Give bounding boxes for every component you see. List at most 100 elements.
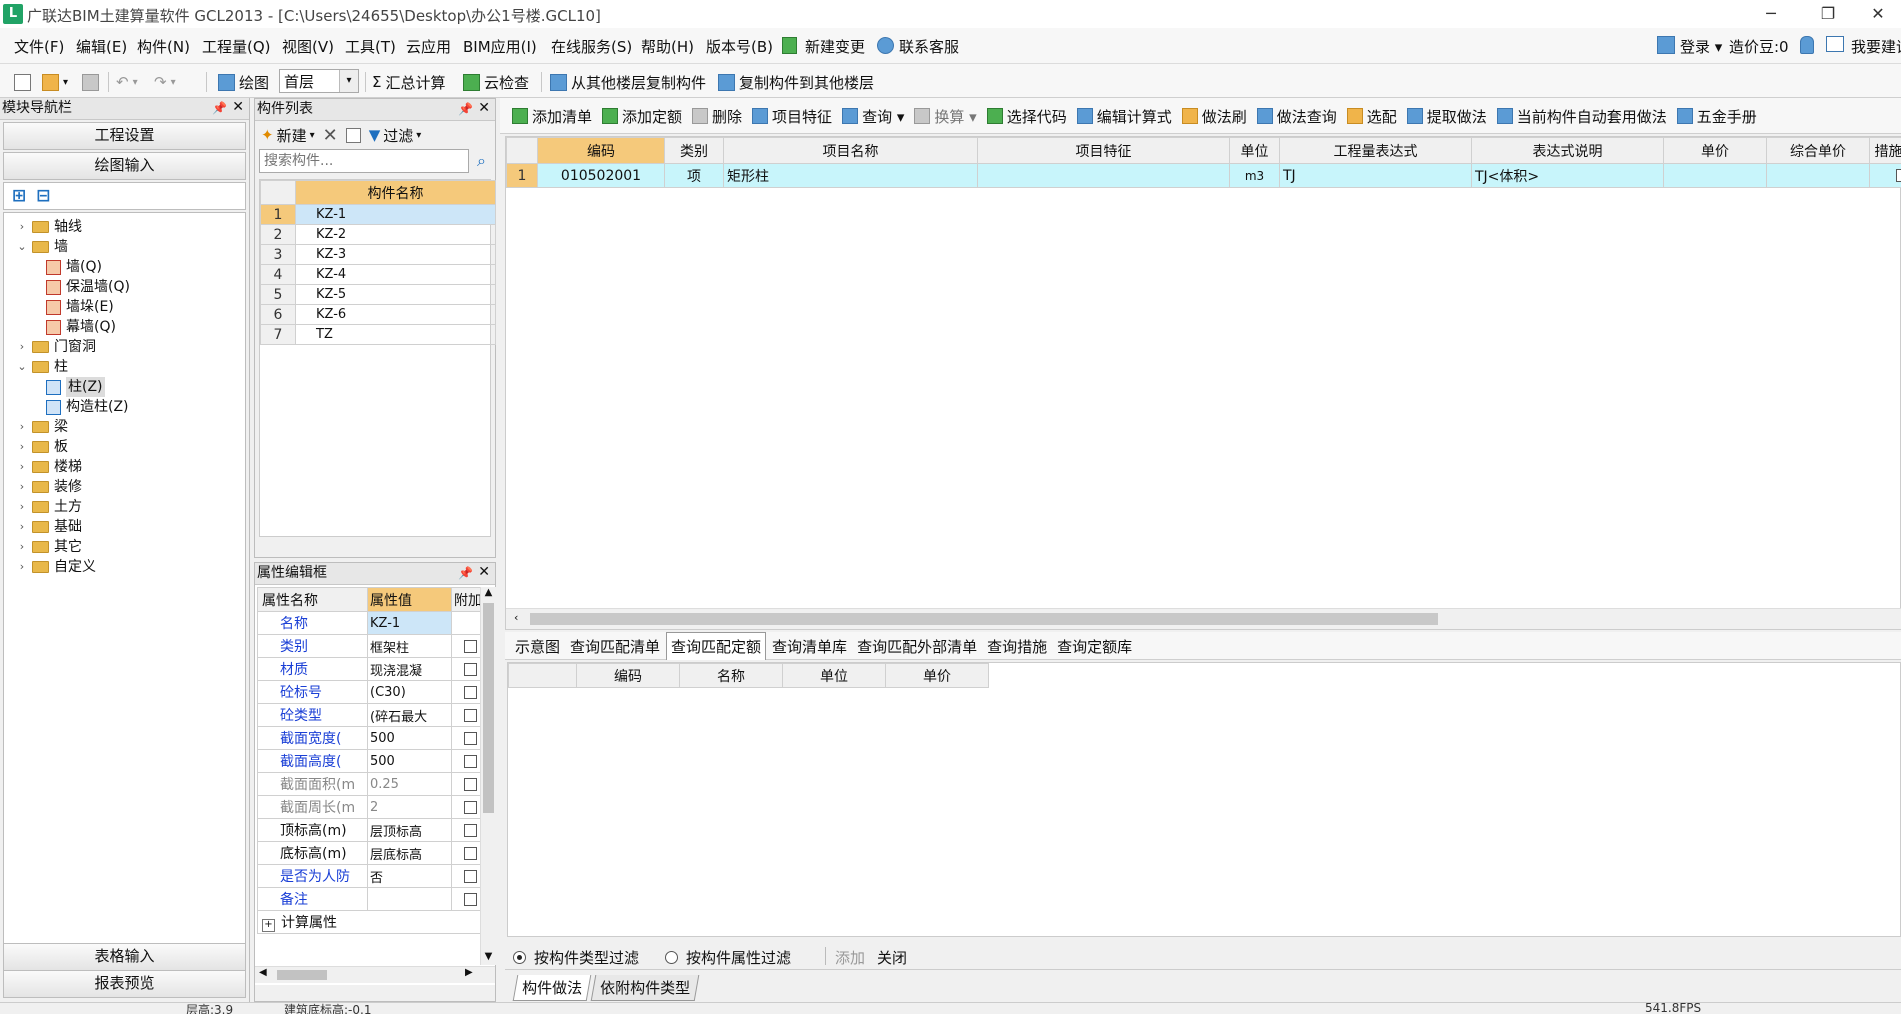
menu-version[interactable]: 版本号(B)	[706, 36, 773, 57]
extra-checkbox[interactable]	[464, 869, 477, 883]
tree-item[interactable]: 幕墙(Q)	[4, 317, 245, 337]
component-name[interactable]: KZ-1	[295, 204, 496, 225]
menu-edit[interactable]: 编辑(E)	[76, 36, 127, 57]
tree-item[interactable]: › 自定义	[4, 557, 245, 577]
menu-bim[interactable]: BIM应用(I)	[463, 36, 537, 57]
tree-item[interactable]: › 门窗洞	[4, 337, 245, 357]
project-settings-button[interactable]: 工程设置	[3, 122, 246, 150]
scroll-right-icon[interactable]: ▶	[465, 967, 473, 978]
menu-cloud[interactable]: 云应用	[406, 36, 451, 57]
add-quota-button[interactable]: 添加定额	[602, 106, 682, 127]
cell-unit[interactable]: m3	[1229, 163, 1280, 188]
tab-attached-type[interactable]: 依附构件类型	[590, 975, 700, 1001]
copy-from-floor-button[interactable]: 从其他楼层复制构件	[550, 71, 706, 93]
tree-item[interactable]: › 轴线	[4, 217, 245, 237]
tree-item[interactable]: › 基础	[4, 517, 245, 537]
component-name[interactable]: KZ-2	[295, 224, 496, 245]
component-name[interactable]: TZ	[295, 324, 496, 345]
property-row[interactable]: 备注	[257, 887, 490, 911]
search-icon[interactable]: ⌕	[477, 151, 486, 171]
extra-checkbox[interactable]	[464, 892, 477, 906]
tab-match-quota[interactable]: 查询匹配定额	[666, 632, 767, 660]
menu-component[interactable]: 构件(N)	[137, 36, 190, 57]
cell-item-feature[interactable]	[977, 163, 1230, 188]
table-row[interactable]: 2 KZ-2	[260, 224, 496, 245]
table-row[interactable]: 3 KZ-3	[260, 244, 496, 265]
property-value[interactable]: KZ-1	[367, 611, 452, 635]
tree-item[interactable]: › 其它	[4, 537, 245, 557]
property-hscroll[interactable]: ◀ ▶	[255, 966, 495, 983]
menu-tools[interactable]: 工具(T)	[345, 36, 396, 57]
sum-calc-button[interactable]: Σ 汇总计算	[372, 71, 446, 93]
extra-checkbox[interactable]	[464, 708, 477, 722]
table-row[interactable]: 7 TZ	[260, 324, 496, 345]
tab-match-list[interactable]: 查询匹配清单	[566, 633, 664, 660]
tree-item[interactable]: 构造柱(Z)	[4, 397, 245, 417]
property-row[interactable]: 砼标号 (C30)	[257, 680, 490, 704]
tab-list-library[interactable]: 查询清单库	[768, 633, 851, 660]
suggest-button[interactable]: 我要建议	[1851, 36, 1901, 57]
chevron-right-icon[interactable]: ›	[16, 437, 28, 457]
login-button[interactable]: 登录 ▾	[1680, 36, 1722, 57]
hscroll-thumb[interactable]	[530, 613, 1438, 625]
report-preview-button[interactable]: 报表预览	[3, 970, 246, 998]
cell-price[interactable]	[1663, 163, 1767, 188]
chevron-down-icon[interactable]: ▾	[339, 70, 358, 92]
expand-icon[interactable]: +	[262, 919, 275, 932]
chevron-right-icon[interactable]: ›	[16, 477, 28, 497]
calc-attr-row[interactable]: + 计算属性	[257, 910, 490, 934]
property-value[interactable]	[367, 887, 452, 911]
menu-file[interactable]: 文件(F)	[14, 36, 64, 57]
menu-view[interactable]: 视图(V)	[282, 36, 334, 57]
extra-checkbox[interactable]	[464, 846, 477, 860]
new-file-icon[interactable]	[14, 71, 31, 93]
property-value[interactable]: 层顶标高	[367, 818, 452, 842]
match-button[interactable]: 选配	[1346, 106, 1397, 127]
extra-checkbox[interactable]	[464, 777, 477, 791]
cell-expr-desc[interactable]: TJ<体积>	[1471, 163, 1664, 188]
chevron-down-icon[interactable]: ⌄	[16, 237, 28, 257]
price-bean[interactable]: 造价豆:0	[1729, 36, 1789, 57]
chevron-right-icon[interactable]: ›	[16, 557, 28, 577]
menu-online[interactable]: 在线服务(S)	[551, 36, 632, 57]
collapse-all-icon[interactable]: ⊟	[36, 186, 50, 206]
minimize-icon[interactable]: ─	[1748, 2, 1794, 26]
chevron-right-icon[interactable]: ›	[16, 337, 28, 357]
scroll-up-icon[interactable]: ▲	[481, 587, 496, 601]
property-value[interactable]: (C30)	[367, 680, 452, 704]
property-row[interactable]: 类别 框架柱	[257, 634, 490, 658]
property-row[interactable]: 是否为人防否	[257, 864, 490, 888]
extra-checkbox[interactable]	[464, 685, 477, 699]
property-value[interactable]: 否	[367, 864, 452, 888]
select-code-button[interactable]: 选择代码	[986, 106, 1067, 127]
property-value[interactable]: 500	[367, 726, 452, 750]
cell-type[interactable]: 项	[664, 163, 724, 188]
pin-icon[interactable]: 📌	[212, 98, 227, 119]
extra-checkbox[interactable]	[464, 639, 477, 653]
table-row[interactable]: 4 KZ-4	[260, 264, 496, 285]
chevron-right-icon[interactable]: ›	[16, 497, 28, 517]
table-row[interactable]: 1 KZ-1	[260, 204, 496, 225]
tree-item[interactable]: › 装修	[4, 477, 245, 497]
property-row[interactable]: 截面宽度(500	[257, 726, 490, 750]
filter-button[interactable]: ▼ 过滤 ▾	[369, 125, 422, 146]
scroll-down-icon[interactable]: ▼	[481, 951, 496, 965]
tab-quota-library[interactable]: 查询定额库	[1053, 633, 1136, 660]
method-brush-button[interactable]: 做法刷	[1181, 106, 1247, 127]
property-value[interactable]: 2	[367, 795, 452, 819]
tree-item[interactable]: 保温墙(Q)	[4, 277, 245, 297]
tab-match-external-list[interactable]: 查询匹配外部清单	[853, 633, 981, 660]
chevron-down-icon[interactable]: ⌄	[16, 357, 28, 377]
copy-to-floor-button[interactable]: 复制构件到其他楼层	[718, 71, 874, 93]
hscroll-thumb[interactable]	[277, 970, 327, 980]
undo-icon[interactable]: ↶ ▾	[116, 71, 138, 93]
component-name[interactable]: KZ-6	[295, 304, 496, 325]
grid-hscroll[interactable]: ‹	[506, 608, 1901, 629]
property-row[interactable]: 名称 KZ-1	[257, 611, 490, 635]
convert-button[interactable]: 换算 ▾	[914, 106, 977, 127]
menu-contact[interactable]: 联系客服	[899, 36, 959, 57]
property-row[interactable]: 砼类型 (碎石最大	[257, 703, 490, 727]
measure-checkbox[interactable]	[1896, 169, 1901, 182]
component-name[interactable]: KZ-3	[295, 244, 496, 265]
floor-select[interactable]: 首层 ▾	[279, 69, 359, 93]
